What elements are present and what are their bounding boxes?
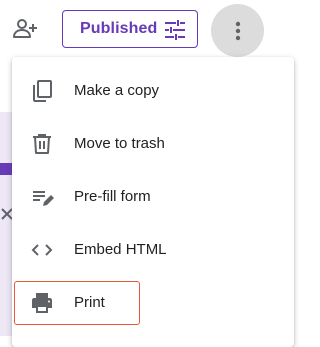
menu-item-label: Make a copy: [74, 82, 160, 99]
published-label: Published: [80, 20, 158, 37]
menu-item-print[interactable]: Print: [12, 276, 294, 329]
published-button[interactable]: Published: [62, 10, 198, 48]
menu-item-make-a-copy[interactable]: Make a copy: [12, 64, 294, 117]
more-vert-icon: [235, 21, 241, 41]
more-options-button[interactable]: [211, 4, 264, 57]
menu-item-pre-fill-form[interactable]: Pre-fill form: [12, 170, 294, 223]
tune-icon: [164, 20, 186, 40]
menu-item-label: Print: [74, 294, 105, 311]
more-options-menu: Make a copy Move to trash Pre-fill form: [12, 57, 294, 347]
menu-item-label: Move to trash: [74, 135, 165, 152]
code-icon: [30, 238, 54, 262]
menu-item-label: Embed HTML: [74, 241, 167, 258]
trash-icon: [30, 132, 54, 156]
print-icon: [30, 291, 54, 315]
prefill-icon: [30, 185, 54, 209]
copy-icon: [30, 79, 54, 103]
menu-item-embed-html[interactable]: Embed HTML: [12, 223, 294, 276]
menu-item-label: Pre-fill form: [74, 188, 151, 205]
person-add-icon[interactable]: [10, 14, 40, 44]
menu-item-move-to-trash[interactable]: Move to trash: [12, 117, 294, 170]
